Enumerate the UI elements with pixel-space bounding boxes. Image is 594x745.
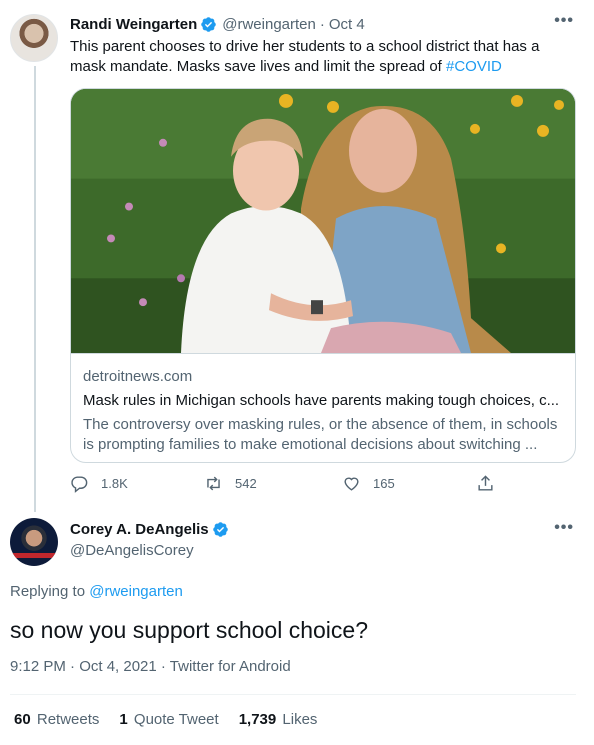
tweet1-text: This parent chooses to drive her student… [70, 37, 570, 77]
avatar-corey-deangelis[interactable] [10, 518, 58, 566]
card-domain: detroitnews.com [83, 368, 193, 385]
retweets-label: Retweets [36, 711, 100, 728]
tweet1-header: Randi Weingarten @rweingarten · Oct 4 [70, 14, 365, 34]
replying-to-link[interactable]: @rweingarten [89, 583, 183, 600]
tweet-date[interactable]: Oct 4 [329, 16, 365, 33]
heart-icon [344, 477, 359, 491]
author-handle[interactable]: @DeAngelisCorey [70, 542, 194, 559]
quotes-count: 1 [119, 711, 128, 728]
reply-count: 1.8K [101, 476, 128, 491]
share-icon [478, 475, 493, 491]
quotes-label: Quote Tweet [133, 711, 219, 728]
retweet-count: 542 [235, 476, 257, 491]
link-preview-card[interactable]: detroitnews.com Mask rules in Michigan s… [70, 88, 576, 463]
author-name[interactable]: Corey A. DeAngelis [70, 521, 209, 538]
likes-count: 1,739 [238, 711, 277, 728]
replying-prefix: Replying to [10, 583, 86, 600]
dot-separator: · [319, 15, 325, 33]
share-button[interactable] [476, 474, 507, 493]
verified-badge-icon [212, 522, 228, 537]
reply-button[interactable]: 1.8K [70, 474, 128, 493]
card-description: The controversy over masking rules, or t… [83, 416, 558, 453]
author-handle[interactable]: @rweingarten [222, 16, 316, 33]
tweet2-author-row: Corey A. DeAngelis [70, 521, 234, 538]
retweet-button[interactable]: 542 [204, 474, 257, 493]
card-text-area: detroitnews.com Mask rules in Michigan s… [83, 367, 565, 455]
retweets-count: 60 [14, 711, 31, 728]
retweet-icon [207, 476, 220, 491]
article-photo [71, 89, 575, 354]
tweet1-action-bar: 1.8K 542 165 [70, 474, 510, 496]
author-name[interactable]: Randi Weingarten [70, 16, 197, 33]
tweet-timestamp-source[interactable]: 9:12 PM · Oct 4, 2021 · Twitter for Andr… [10, 658, 291, 675]
more-icon[interactable]: ••• [554, 519, 574, 537]
likes-label: Likes [282, 711, 318, 728]
hashtag-link[interactable]: #COVID [446, 58, 502, 75]
like-count: 165 [373, 476, 395, 491]
quote-tweets-stat[interactable]: 1 Quote Tweet [119, 711, 218, 728]
card-title: Mask rules in Michigan schools have pare… [83, 392, 560, 409]
thread-connector-line [34, 66, 36, 512]
avatar-randi-weingarten[interactable] [10, 14, 58, 62]
engagement-stats: 60 Retweets 1 Quote Tweet 1,739 Likes [14, 711, 337, 728]
verified-badge-icon [201, 16, 217, 32]
like-button[interactable]: 165 [342, 474, 395, 493]
retweets-stat[interactable]: 60 Retweets [14, 711, 99, 728]
reply-icon [71, 476, 88, 493]
divider [10, 694, 576, 695]
replying-to-line: Replying to @rweingarten [10, 583, 183, 600]
tweet2-text: so now you support school choice? [10, 617, 368, 643]
likes-stat[interactable]: 1,739 Likes [239, 711, 318, 728]
more-icon[interactable]: ••• [554, 12, 574, 30]
